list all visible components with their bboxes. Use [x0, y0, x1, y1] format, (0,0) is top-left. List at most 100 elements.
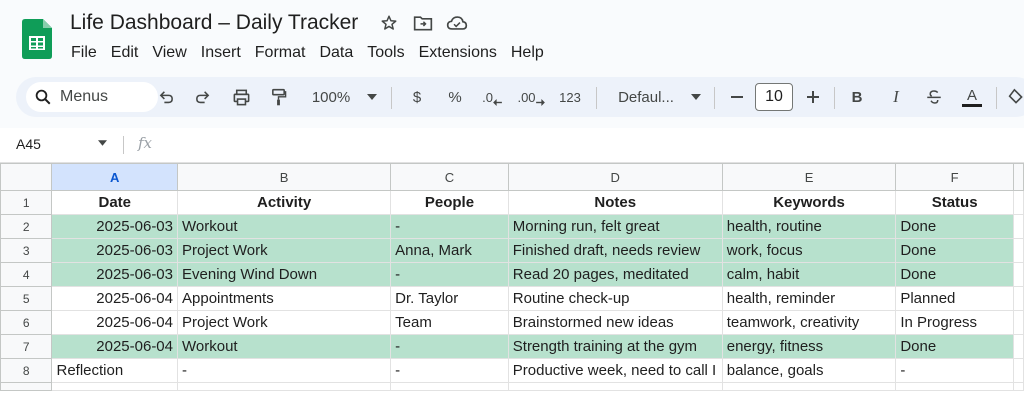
- menu-extensions[interactable]: Extensions: [412, 41, 504, 65]
- empty-cell[interactable]: [721, 382, 897, 391]
- menus-search[interactable]: Menus: [26, 82, 158, 112]
- menu-format[interactable]: Format: [248, 41, 313, 65]
- column-header-f[interactable]: F: [895, 163, 1014, 191]
- bold-button[interactable]: B: [846, 77, 868, 117]
- empty-cell[interactable]: [1012, 238, 1024, 263]
- cell-notes[interactable]: Productive week, need to call I: [507, 358, 723, 383]
- star-icon[interactable]: [378, 11, 400, 35]
- cell-people[interactable]: Anna, Mark: [390, 238, 509, 263]
- empty-cell[interactable]: [1012, 286, 1024, 311]
- cell-status[interactable]: Done: [895, 262, 1014, 287]
- cloud-saved-icon[interactable]: [446, 11, 468, 35]
- empty-cell[interactable]: [176, 382, 392, 391]
- cell-notes[interactable]: Strength training at the gym: [507, 334, 723, 359]
- menu-edit[interactable]: Edit: [104, 41, 146, 65]
- cell-activity[interactable]: Project Work: [176, 238, 392, 263]
- decrease-font-size-button[interactable]: [726, 77, 748, 117]
- cell-keywords[interactable]: teamwork, creativity: [721, 310, 897, 335]
- empty-cell[interactable]: [1012, 334, 1024, 359]
- cell-status[interactable]: -: [895, 358, 1014, 383]
- menu-tools[interactable]: Tools: [360, 41, 411, 65]
- increase-font-size-button[interactable]: [802, 77, 824, 117]
- empty-cell[interactable]: [1012, 262, 1024, 287]
- row-header[interactable]: 2: [0, 214, 53, 239]
- percent-button[interactable]: %: [444, 77, 466, 117]
- cell-date[interactable]: 2025-06-04: [51, 334, 178, 359]
- cell-people[interactable]: -: [390, 214, 509, 239]
- undo-button[interactable]: [154, 77, 178, 117]
- row-header[interactable]: [0, 382, 53, 391]
- header-cell-people[interactable]: People: [390, 190, 509, 215]
- cell-activity[interactable]: Appointments: [176, 286, 392, 311]
- increase-decimal-button[interactable]: .00: [516, 77, 546, 117]
- strikethrough-button[interactable]: [922, 77, 946, 117]
- cell-people[interactable]: -: [390, 358, 509, 383]
- cell-keywords[interactable]: calm, habit: [721, 262, 897, 287]
- cell-people[interactable]: -: [390, 334, 509, 359]
- empty-cell[interactable]: [1012, 382, 1024, 391]
- cell-notes[interactable]: Brainstormed new ideas: [507, 310, 723, 335]
- header-cell-keywords[interactable]: Keywords: [721, 190, 897, 215]
- font-dropdown-icon[interactable]: [688, 77, 704, 117]
- empty-cell[interactable]: [1012, 310, 1024, 335]
- zoom-dropdown-icon[interactable]: [363, 77, 381, 117]
- paint-format-button[interactable]: [266, 77, 290, 117]
- cell-notes[interactable]: Morning run, felt great: [507, 214, 723, 239]
- cell-activity[interactable]: Workout: [176, 214, 392, 239]
- menu-file[interactable]: File: [64, 41, 104, 65]
- document-title[interactable]: Life Dashboard – Daily Tracker: [70, 11, 358, 35]
- font-family-select[interactable]: Defaul...: [608, 77, 684, 117]
- cell-status[interactable]: Done: [895, 214, 1014, 239]
- row-header[interactable]: 3: [0, 238, 53, 263]
- row-header-1[interactable]: 1: [0, 190, 53, 215]
- fill-color-button[interactable]: [1008, 77, 1024, 117]
- cell-status[interactable]: In Progress: [895, 310, 1014, 335]
- text-color-button[interactable]: A: [960, 77, 984, 117]
- column-header-b[interactable]: B: [176, 163, 392, 191]
- cell-people[interactable]: -: [390, 262, 509, 287]
- menu-data[interactable]: Data: [312, 41, 360, 65]
- cell-date[interactable]: 2025-06-03: [51, 214, 178, 239]
- menu-insert[interactable]: Insert: [194, 41, 248, 65]
- empty-cell[interactable]: [51, 382, 178, 391]
- empty-cell[interactable]: [390, 382, 509, 391]
- column-header-g[interactable]: [1012, 163, 1024, 191]
- row-header[interactable]: 6: [0, 310, 53, 335]
- zoom-value[interactable]: 100%: [306, 77, 356, 117]
- cell-keywords[interactable]: energy, fitness: [721, 334, 897, 359]
- cell-activity[interactable]: Project Work: [176, 310, 392, 335]
- row-header[interactable]: 5: [0, 286, 53, 311]
- header-cell-date[interactable]: Date: [51, 190, 178, 215]
- header-cell-activity[interactable]: Activity: [176, 190, 392, 215]
- header-cell-status[interactable]: Status: [895, 190, 1014, 215]
- cell-activity[interactable]: -: [176, 358, 392, 383]
- decrease-decimal-button[interactable]: .0: [478, 77, 506, 117]
- cell-notes[interactable]: Read 20 pages, meditated: [507, 262, 723, 287]
- cell-status[interactable]: Done: [895, 238, 1014, 263]
- column-header-c[interactable]: C: [390, 163, 509, 191]
- name-box-dropdown-icon[interactable]: [98, 140, 107, 146]
- move-folder-icon[interactable]: [412, 11, 434, 35]
- cell-status[interactable]: Done: [895, 334, 1014, 359]
- column-header-a[interactable]: A: [51, 163, 178, 191]
- cell-date[interactable]: 2025-06-03: [51, 262, 178, 287]
- cell-keywords[interactable]: balance, goals: [721, 358, 897, 383]
- cell-people[interactable]: Team: [390, 310, 509, 335]
- row-header[interactable]: 7: [0, 334, 53, 359]
- select-all-corner[interactable]: [0, 163, 53, 191]
- italic-button[interactable]: I: [885, 77, 907, 117]
- menu-help[interactable]: Help: [504, 41, 551, 65]
- row-header[interactable]: 4: [0, 262, 53, 287]
- more-formats-button[interactable]: 123: [556, 77, 584, 117]
- sheets-logo-icon[interactable]: [22, 19, 52, 59]
- empty-cell[interactable]: [1012, 358, 1024, 383]
- cell-date[interactable]: Reflection: [51, 358, 178, 383]
- cell-keywords[interactable]: health, routine: [721, 214, 897, 239]
- empty-cell[interactable]: [507, 382, 723, 391]
- cell-notes[interactable]: Finished draft, needs review: [507, 238, 723, 263]
- redo-button[interactable]: [190, 77, 214, 117]
- column-header-e[interactable]: E: [721, 163, 897, 191]
- currency-button[interactable]: $: [406, 77, 428, 117]
- cell-date[interactable]: 2025-06-04: [51, 310, 178, 335]
- menu-view[interactable]: View: [145, 41, 193, 65]
